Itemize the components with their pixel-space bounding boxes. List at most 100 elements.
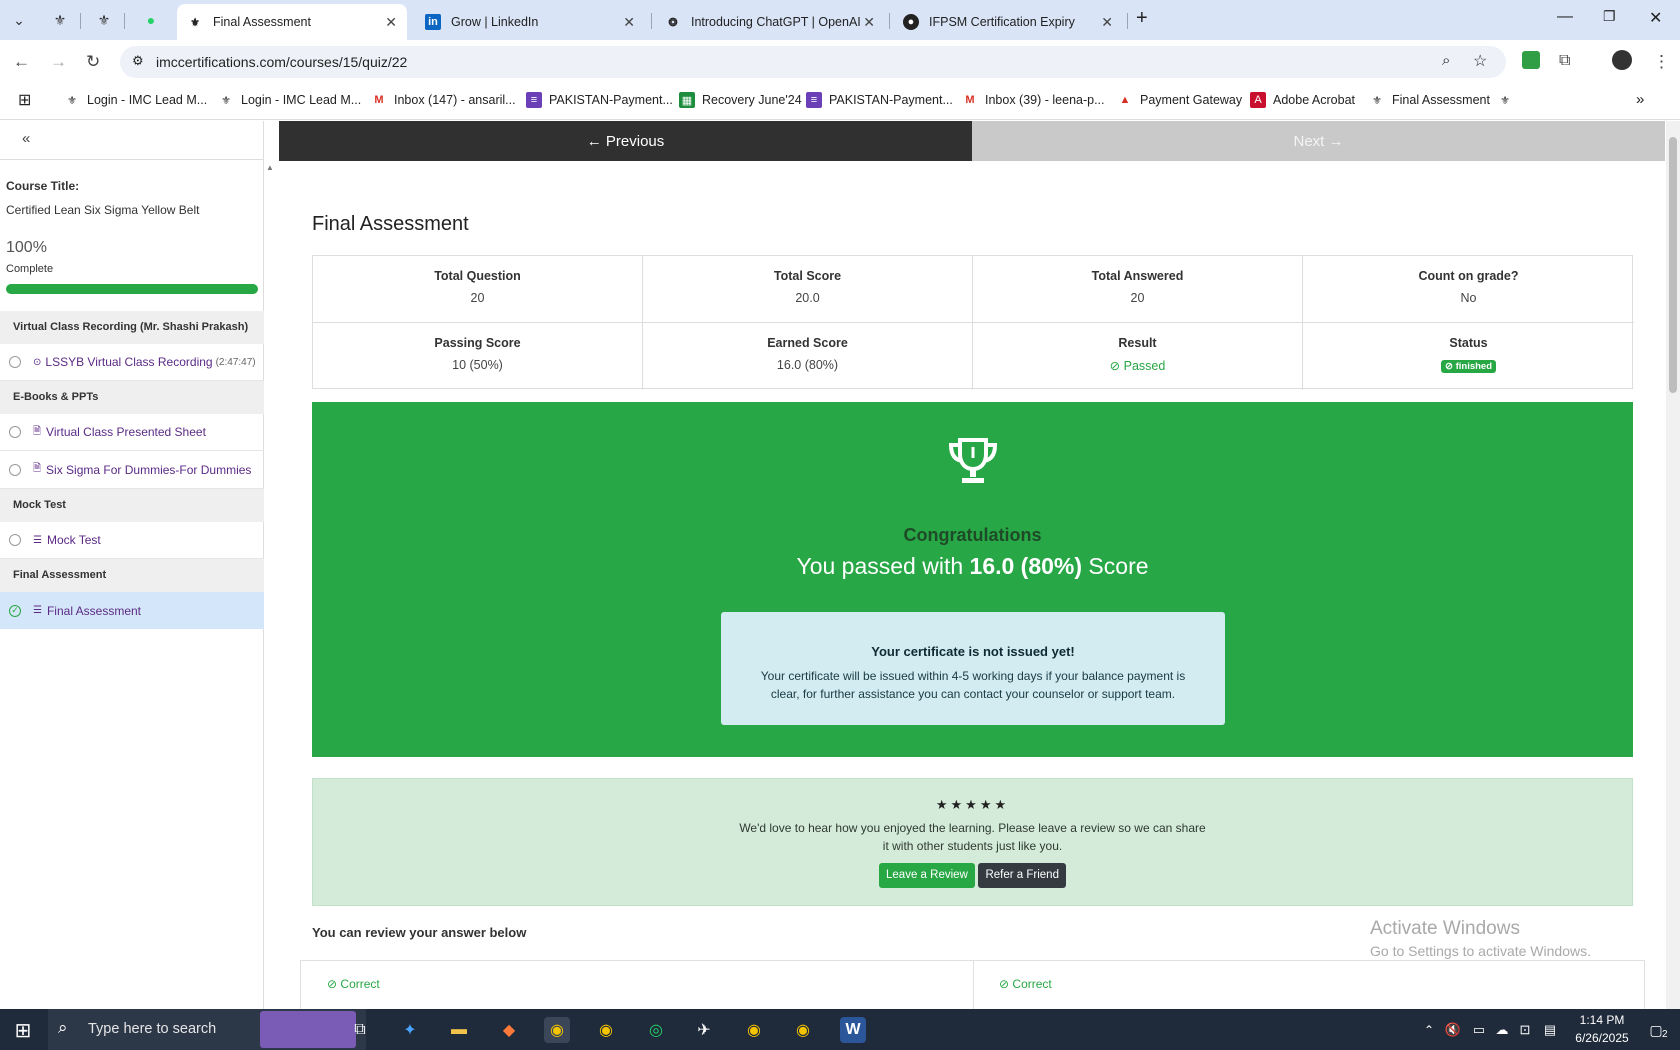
result-value: Passed (1123, 359, 1166, 373)
congrats-heading: Congratulations (903, 525, 1042, 545)
tab-ifpsm[interactable]: ● IFPSM Certification Expiry ✕ (893, 4, 1123, 40)
back-arrow-icon[interactable]: ← (13, 52, 30, 72)
stat-status: Status ⊘ finished (1303, 323, 1634, 390)
clock-date[interactable]: 6/26/2025 (1568, 1031, 1636, 1045)
lesson-status-circle (9, 463, 21, 476)
ifpsm-icon: ● (903, 14, 919, 30)
section-header[interactable]: Virtual Class Recording (Mr. Shashi Prak… (0, 311, 264, 344)
restore-icon[interactable]: ❐ (1603, 8, 1616, 25)
pinned-tab-imc-icon-2[interactable]: ⚜ (94, 10, 114, 30)
bookmark-item[interactable]: ⚜ Final Assessment (1369, 92, 1490, 108)
page-scrollbar[interactable] (1666, 121, 1680, 1009)
lesson-status-circle (9, 534, 21, 546)
display-icon[interactable]: ▤ (1537, 1017, 1563, 1043)
collapse-sidebar-icon[interactable]: « (22, 130, 30, 147)
bookmark-item[interactable]: A Adobe Acrobat (1250, 92, 1355, 108)
word-icon[interactable]: W (840, 1017, 866, 1043)
lesson-label: LSSYB Virtual Class Recording (45, 355, 213, 369)
pinned-app-icon-2[interactable]: ✈ (691, 1017, 717, 1043)
certificate-notice-text: Your certificate will be issued within 4… (760, 669, 1186, 701)
chrome-menu-icon[interactable]: ⋮ (1653, 52, 1670, 72)
imc-favicon-icon: ⚜ (67, 94, 77, 107)
close-window-icon[interactable]: ✕ (1649, 8, 1662, 28)
more-bookmarks-chevron-icon[interactable]: » (1636, 91, 1644, 108)
tab-final-assessment[interactable]: ⚜ Final Assessment ✕ (177, 4, 407, 40)
section-header[interactable]: Mock Test (0, 489, 264, 522)
stat-result: Result ⊘ Passed (973, 323, 1303, 390)
zoom-icon[interactable]: ⌕ (1442, 52, 1450, 69)
bookmark-item[interactable]: ⚜ Login - IMC Lead M... (218, 92, 361, 108)
lesson-item-six-sigma-dummies[interactable]: 🗎 Six Sigma For Dummies-For Dummies (0, 451, 264, 489)
windows-taskbar: ⊞ ⌕ Type here to search ⧉ ✦ ▬ ◆ ◉ ◉ ◎ ✈ … (0, 1009, 1680, 1050)
section-header[interactable]: Final Assessment (0, 559, 264, 592)
lesson-item-presented-sheet[interactable]: 🗎 Virtual Class Presented Sheet (0, 414, 264, 451)
lesson-item-final-assessment[interactable]: ✓ ☰ Final Assessment (0, 592, 264, 629)
close-tab-icon[interactable]: ✕ (385, 14, 397, 31)
extension-green-icon[interactable] (1522, 51, 1540, 69)
pinned-tab-imc-icon[interactable]: ⚜ (50, 10, 70, 30)
tab-linkedin[interactable]: in Grow | LinkedIn ✕ (415, 4, 645, 40)
gmail-icon: M (965, 94, 975, 106)
chrome-icon[interactable]: ◉ (544, 1017, 570, 1043)
address-toolbar: ← → ↻ ⚙ imccertifications.com/courses/15… (0, 40, 1680, 84)
minimize-icon[interactable]: — (1557, 8, 1573, 26)
pinned-tab-whatsapp-icon[interactable]: ● (141, 10, 161, 30)
passed-score-value: 16.0 (80%) (969, 553, 1083, 579)
taskbar-search-box[interactable]: ⌕ Type here to search (48, 1009, 366, 1050)
tab-chatgpt[interactable]: ❂ Introducing ChatGPT | OpenAI ✕ (655, 4, 885, 40)
course-title: Certified Lean Six Sigma Yellow Belt (6, 203, 200, 217)
bookmark-item[interactable]: ≡ PAKISTAN-Payment... (806, 92, 953, 108)
chrome-icon[interactable]: ◉ (790, 1017, 816, 1043)
bookmark-item[interactable]: M Inbox (39) - leena-p... (962, 92, 1104, 108)
lesson-duration: (2:47:47) (215, 356, 256, 368)
scroll-up-icon[interactable]: ▲ (266, 163, 274, 172)
leave-review-button[interactable]: Leave a Review (879, 863, 975, 888)
bookmark-item[interactable]: ⚜ Login - IMC Lead M... (64, 92, 207, 108)
file-explorer-icon[interactable]: ▬ (446, 1017, 472, 1043)
video-icon: ⊙ (33, 356, 42, 368)
lesson-item-mock-test[interactable]: ☰ Mock Test (0, 522, 264, 559)
tab-search-icon[interactable]: ⌄ (9, 10, 29, 30)
task-view-icon[interactable]: ⧉ (347, 1017, 373, 1043)
profile-avatar-icon[interactable] (1612, 50, 1632, 70)
next-button[interactable]: Next → (972, 121, 1665, 161)
new-tab-plus-icon[interactable]: + (1136, 7, 1148, 30)
chrome-icon[interactable]: ◉ (593, 1017, 619, 1043)
omnibox[interactable]: ⚙ imccertifications.com/courses/15/quiz/… (120, 46, 1506, 78)
clock-time[interactable]: 1:14 PM (1568, 1013, 1636, 1027)
bookmark-item-icon-only[interactable]: ⚜ (1497, 92, 1520, 108)
bookmark-item[interactable]: ▦ Recovery June'24 (679, 92, 802, 108)
lesson-item-virtual-class-recording[interactable]: ⊙ LSSYB Virtual Class Recording (2:47:47… (0, 344, 264, 381)
copilot-icon[interactable]: ✦ (397, 1017, 423, 1043)
show-hidden-icons-icon[interactable]: ⌃ (1416, 1017, 1442, 1043)
whatsapp-icon[interactable]: ◎ (643, 1017, 669, 1043)
bookmark-item[interactable]: M Inbox (147) - ansaril... (371, 92, 515, 108)
pinned-app-icon[interactable]: ◆ (496, 1017, 522, 1043)
scrollbar-thumb[interactable] (1669, 137, 1677, 393)
refer-friend-button[interactable]: Refer a Friend (978, 863, 1066, 888)
extensions-puzzle-icon[interactable]: ⧉ (1559, 52, 1570, 70)
course-title-label: Course Title: (6, 179, 80, 193)
section-header[interactable]: E-Books & PPTs (0, 381, 264, 414)
quiz-stats-table: Total Question 20 Total Score 20.0 Total A… (312, 255, 1634, 390)
reload-icon[interactable]: ↻ (86, 52, 100, 72)
url-text[interactable]: imccertifications.com/courses/15/quiz/22 (156, 54, 407, 70)
bookmark-star-icon[interactable]: ☆ (1473, 51, 1487, 71)
forward-arrow-icon[interactable]: → (50, 52, 67, 72)
chrome-icon[interactable]: ◉ (741, 1017, 767, 1043)
bookmark-item[interactable]: ▲ Payment Gateway (1117, 92, 1243, 108)
volume-muted-icon[interactable]: 🔇 (1440, 1017, 1466, 1043)
tray-app-icon[interactable]: ⊡ (1512, 1017, 1538, 1043)
bookmark-item[interactable]: ≡ PAKISTAN-Payment... (526, 92, 673, 108)
close-tab-icon[interactable]: ✕ (863, 14, 875, 31)
previous-button[interactable]: ← Previous (279, 121, 972, 161)
passed-score-line: You passed with 16.0 (80%) Score (796, 553, 1149, 579)
forms-icon: ≡ (526, 92, 542, 108)
windows-start-icon[interactable]: ⊞ (10, 1017, 36, 1043)
close-tab-icon[interactable]: ✕ (623, 14, 635, 31)
apps-grid-icon[interactable]: ⊞ (18, 90, 31, 110)
close-tab-icon[interactable]: ✕ (1101, 14, 1113, 31)
five-star-rating-icon: ★★★★★ (935, 797, 1010, 812)
site-info-icon[interactable]: ⚙ (132, 53, 144, 69)
stat-earned-score: Earned Score 16.0 (80%) (643, 323, 973, 390)
